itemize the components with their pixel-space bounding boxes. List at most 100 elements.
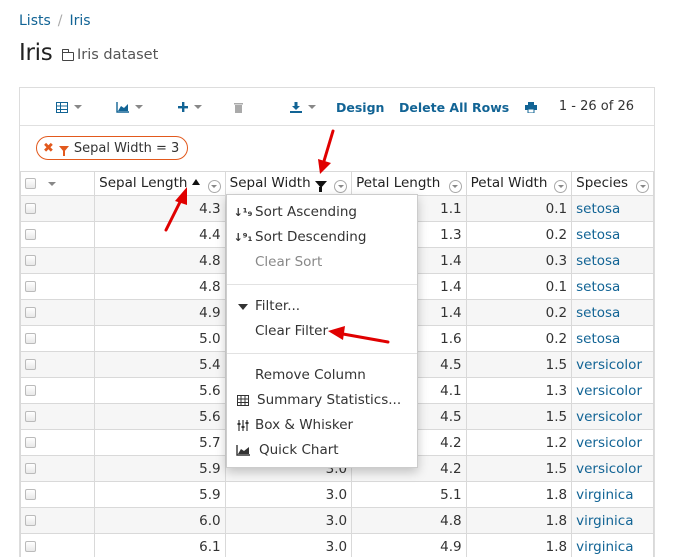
row-select-cell[interactable] xyxy=(21,534,95,557)
table-cell: 4.8 xyxy=(95,274,226,300)
row-checkbox[interactable] xyxy=(25,463,36,474)
species-cell[interactable]: versicolor xyxy=(572,352,654,378)
row-checkbox[interactable] xyxy=(25,515,36,526)
column-menu-icon[interactable] xyxy=(208,180,221,193)
add-button[interactable] xyxy=(178,88,202,126)
table-cell: 5.4 xyxy=(95,352,226,378)
menu-summary-statistics[interactable]: Summary Statistics... xyxy=(227,388,417,413)
row-checkbox[interactable] xyxy=(25,489,36,500)
row-checkbox[interactable] xyxy=(25,203,36,214)
breadcrumb-iris-link[interactable]: Iris xyxy=(70,13,91,29)
grid-view-button[interactable] xyxy=(56,88,82,126)
column-menu-icon[interactable] xyxy=(334,180,347,193)
filter-chip-label: Sepal Width = 3 xyxy=(74,141,179,156)
menu-item-label: Summary Statistics... xyxy=(257,392,401,408)
row-checkbox[interactable] xyxy=(25,229,36,240)
row-checkbox[interactable] xyxy=(25,359,36,370)
column-header-petal-length[interactable]: Petal Length xyxy=(352,172,466,196)
menu-box-whisker[interactable]: Box & Whisker xyxy=(227,413,417,438)
species-cell[interactable]: versicolor xyxy=(572,404,654,430)
row-select-cell[interactable] xyxy=(21,196,95,222)
row-checkbox[interactable] xyxy=(25,437,36,448)
chevron-down-icon xyxy=(135,105,143,109)
row-select-cell[interactable] xyxy=(21,378,95,404)
column-header-label: Petal Width xyxy=(471,175,548,191)
column-header-species[interactable]: Species xyxy=(572,172,654,196)
table-cell: 5.7 xyxy=(95,430,226,456)
row-checkbox[interactable] xyxy=(25,541,36,552)
species-cell[interactable]: setosa xyxy=(572,222,654,248)
sort-descending-icon: ↓⁹₁ xyxy=(235,225,251,250)
row-checkbox[interactable] xyxy=(25,307,36,318)
table-row[interactable]: 6.03.04.81.8virginica xyxy=(21,508,654,534)
column-menu-icon[interactable] xyxy=(554,180,567,193)
table-cell: 4.8 xyxy=(352,508,466,534)
menu-remove-column[interactable]: Remove Column xyxy=(227,363,417,388)
table-row[interactable]: 6.13.04.91.8virginica xyxy=(21,534,654,557)
row-checkbox[interactable] xyxy=(25,385,36,396)
x-icon[interactable]: ✖ xyxy=(43,141,54,156)
select-all-checkbox[interactable] xyxy=(25,178,36,189)
chevron-down-icon[interactable] xyxy=(48,182,56,186)
table-cell: 1.2 xyxy=(466,430,572,456)
species-cell[interactable]: setosa xyxy=(572,248,654,274)
row-checkbox[interactable] xyxy=(25,281,36,292)
column-header-sepal-length[interactable]: Sepal Length xyxy=(95,172,226,196)
row-select-cell[interactable] xyxy=(21,326,95,352)
menu-sort-descending[interactable]: ↓⁹₁Sort Descending xyxy=(227,225,417,250)
species-cell[interactable]: setosa xyxy=(572,326,654,352)
row-select-cell[interactable] xyxy=(21,482,95,508)
species-cell[interactable]: versicolor xyxy=(572,456,654,482)
chart-button[interactable] xyxy=(116,88,143,126)
species-cell[interactable]: setosa xyxy=(572,300,654,326)
row-checkbox[interactable] xyxy=(25,333,36,344)
column-header-sepal-width[interactable]: Sepal Width xyxy=(225,172,351,196)
menu-filter[interactable]: Filter... xyxy=(227,294,417,319)
row-select-cell[interactable] xyxy=(21,300,95,326)
table-cell: 4.4 xyxy=(95,222,226,248)
print-button[interactable] xyxy=(525,88,537,126)
column-menu-icon[interactable] xyxy=(449,180,462,193)
breadcrumb-lists-link[interactable]: Lists xyxy=(19,13,51,29)
species-cell[interactable]: versicolor xyxy=(572,378,654,404)
delete-button[interactable] xyxy=(234,88,243,126)
delete-all-rows-button[interactable]: Delete All Rows xyxy=(399,88,509,126)
row-select-cell[interactable] xyxy=(21,248,95,274)
menu-item-label: Quick Chart xyxy=(259,442,339,458)
page-title: Iris xyxy=(19,40,52,66)
table-cell: 3.0 xyxy=(225,508,351,534)
species-cell[interactable]: virginica xyxy=(572,482,654,508)
table-row[interactable]: 5.93.05.11.8virginica xyxy=(21,482,654,508)
row-select-cell[interactable] xyxy=(21,404,95,430)
row-select-cell[interactable] xyxy=(21,352,95,378)
table-cell: 4.8 xyxy=(95,248,226,274)
row-select-cell[interactable] xyxy=(21,222,95,248)
menu-clear-filter[interactable]: Clear Filter xyxy=(227,319,417,344)
species-cell[interactable]: versicolor xyxy=(572,430,654,456)
row-checkbox[interactable] xyxy=(25,411,36,422)
row-select-cell[interactable] xyxy=(21,430,95,456)
row-select-cell[interactable] xyxy=(21,274,95,300)
filter-chip[interactable]: ✖ Sepal Width = 3 xyxy=(36,136,188,160)
row-select-cell[interactable] xyxy=(21,456,95,482)
menu-quick-chart[interactable]: Quick Chart xyxy=(227,438,417,463)
column-menu-icon[interactable] xyxy=(636,180,649,193)
menu-sort-ascending[interactable]: ↓¹₉Sort Ascending xyxy=(227,200,417,225)
filter-bar: ✖ Sepal Width = 3 xyxy=(20,126,654,172)
sort-ascending-icon: ↓¹₉ xyxy=(235,200,251,225)
table-cell: 1.3 xyxy=(466,378,572,404)
species-cell[interactable]: setosa xyxy=(572,196,654,222)
table-cell: 5.6 xyxy=(95,378,226,404)
table-cell: 3.0 xyxy=(225,482,351,508)
species-cell[interactable]: virginica xyxy=(572,534,654,557)
area-chart-icon xyxy=(116,102,129,113)
species-cell[interactable]: virginica xyxy=(572,508,654,534)
pager-text: 1 - 26 of 26 xyxy=(559,88,634,126)
select-all-header[interactable] xyxy=(21,172,95,196)
species-cell[interactable]: setosa xyxy=(572,274,654,300)
design-button[interactable]: Design xyxy=(336,88,384,126)
column-header-petal-width[interactable]: Petal Width xyxy=(466,172,572,196)
export-button[interactable] xyxy=(290,88,316,126)
row-checkbox[interactable] xyxy=(25,255,36,266)
row-select-cell[interactable] xyxy=(21,508,95,534)
